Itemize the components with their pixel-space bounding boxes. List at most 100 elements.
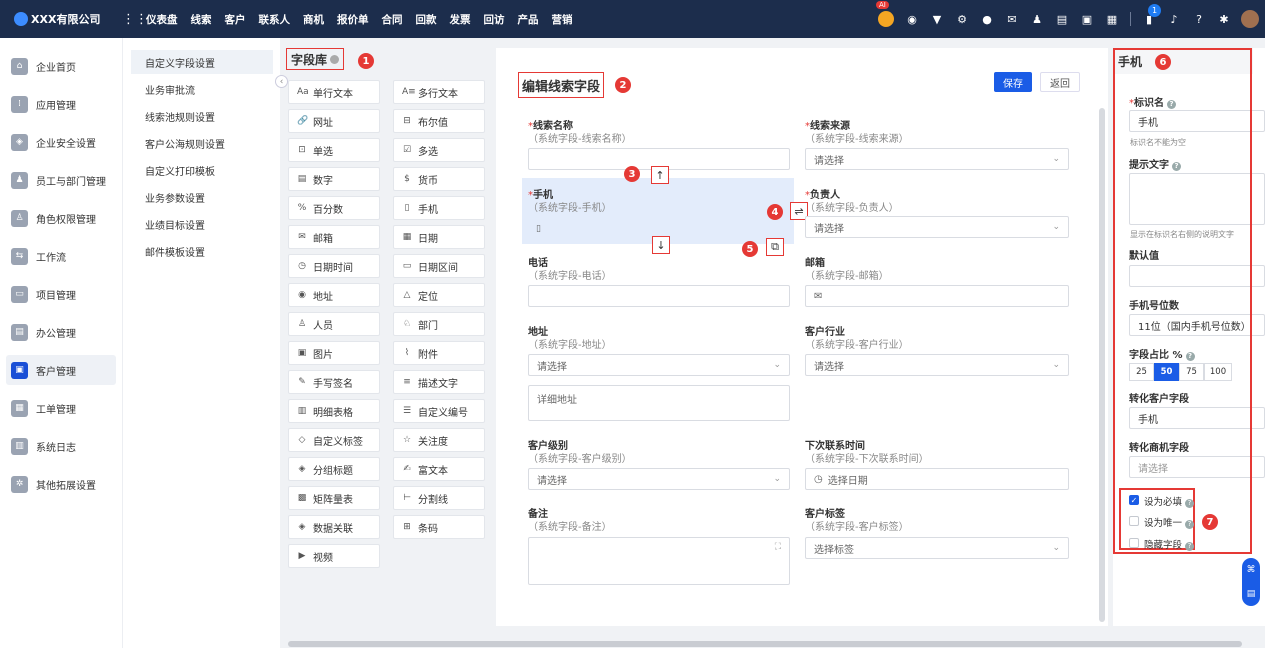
field-type-item[interactable]: ▣ 图片 (288, 341, 380, 365)
save-button[interactable]: 保存 (994, 72, 1032, 92)
hint-text-textarea[interactable] (1129, 173, 1265, 225)
field-type-item[interactable]: ☰ 自定义编号 (393, 399, 485, 423)
copy-field-button[interactable]: ⧉ (766, 238, 784, 256)
field-type-item[interactable]: ▯ 手机 (393, 196, 485, 220)
editor-scrollbar[interactable] (1099, 108, 1105, 622)
field-type-item[interactable]: $ 货币 (393, 167, 485, 191)
nav-opportunities[interactable]: 商机 (303, 12, 324, 27)
hidden-checkbox[interactable] (1129, 538, 1139, 548)
sidebar-item-staff[interactable]: ♟ 员工与部门管理 (6, 165, 116, 195)
next-contact-date-picker[interactable]: ◷ 选择日期 (805, 468, 1069, 490)
required-checkbox[interactable]: ✓ (1129, 495, 1139, 505)
field-type-item[interactable]: ☑ 多选 (393, 138, 485, 162)
owner-select[interactable]: 请选择 ⌄ (805, 216, 1069, 238)
address-select[interactable]: 请选择 ⌄ (528, 354, 790, 376)
field-type-item[interactable]: ◉ 地址 (288, 283, 380, 307)
address-detail-textarea[interactable]: 详细地址 (528, 385, 790, 421)
ai-robot-icon[interactable]: AI (876, 1, 894, 27)
submenu-customer-pool-rules[interactable]: 客户公海规则设置 (131, 131, 273, 155)
help-icon[interactable]: ? (1185, 520, 1195, 529)
submenu-custom-fields[interactable]: 自定义字段设置 (131, 50, 273, 74)
submenu-business-params[interactable]: 业务参数设置 (131, 185, 273, 209)
field-type-item[interactable]: ▦ 日期 (393, 225, 485, 249)
field-type-item[interactable]: ⌇ 附件 (393, 341, 485, 365)
calendar-icon[interactable]: ▣ (1080, 12, 1094, 26)
nav-invoices[interactable]: 发票 (450, 12, 471, 27)
field-type-item[interactable]: ▶ 视频 (288, 544, 380, 568)
field-type-item[interactable]: ⊡ 单选 (288, 138, 380, 162)
nav-dashboard[interactable]: 仪表盘 (146, 12, 178, 27)
sidebar-item-projects[interactable]: ▭ 项目管理 (6, 279, 116, 309)
field-type-item[interactable]: ⊢ 分割线 (393, 486, 485, 510)
chat-icon[interactable]: ◉ (905, 12, 919, 26)
phone-input[interactable] (528, 285, 790, 307)
globe-icon[interactable]: ● (980, 12, 994, 26)
width-option-100[interactable]: 100 (1204, 363, 1232, 381)
contact-icon[interactable]: ♟ (1030, 12, 1044, 26)
field-type-item[interactable]: ✉ 邮箱 (288, 225, 380, 249)
field-type-item[interactable]: ◈ 分组标题 (288, 457, 380, 481)
submenu-lead-pool-rules[interactable]: 线索池规则设置 (131, 104, 273, 128)
move-up-button[interactable]: ↑ (651, 166, 669, 184)
width-option-50[interactable]: 50 (1154, 363, 1179, 381)
default-value-input[interactable] (1129, 265, 1265, 287)
lead-source-select[interactable]: 请选择 ⌄ (805, 148, 1069, 170)
company-switcher[interactable]: XXX有限公司 (0, 11, 120, 27)
horizontal-scrollbar[interactable] (288, 641, 1242, 647)
sidebar-item-roles[interactable]: ♙ 角色权限管理 (6, 203, 116, 233)
collapse-submenu-icon[interactable]: ‹ (275, 75, 288, 88)
field-type-item[interactable]: % 百分数 (288, 196, 380, 220)
submenu-print-templates[interactable]: 自定义打印模板 (131, 158, 273, 182)
nav-customers[interactable]: 客户 (225, 12, 246, 27)
nav-products[interactable]: 产品 (518, 12, 539, 27)
nav-leads[interactable]: 线索 (191, 12, 212, 27)
help-icon[interactable]: ? (1192, 12, 1206, 26)
field-type-item[interactable]: ⊞ 条码 (393, 515, 485, 539)
help-icon[interactable] (330, 54, 340, 64)
sidebar-item-home[interactable]: ⌂ 企业首页 (6, 51, 116, 81)
field-type-item[interactable]: 🔗 网址 (288, 109, 380, 133)
sidebar-item-tickets[interactable]: ▦ 工单管理 (6, 393, 116, 423)
sidebar-item-workflow[interactable]: ⇆ 工作流 (6, 241, 116, 271)
field-type-item[interactable]: ≡ 描述文字 (393, 370, 485, 394)
convert-opportunity-select[interactable]: 请选择 (1129, 456, 1265, 478)
doc-icon[interactable]: ▤ (1055, 12, 1069, 26)
help-icon[interactable]: ? (1185, 542, 1195, 551)
field-type-item[interactable]: ▥ 明细表格 (288, 399, 380, 423)
bell-icon[interactable]: ♪ (1167, 12, 1181, 26)
help-icon[interactable]: ? (1185, 499, 1195, 508)
nav-quotes[interactable]: 报价单 (337, 12, 369, 27)
doc-icon[interactable]: ▤ (1247, 589, 1256, 599)
app-grid-icon[interactable]: ⋮⋮ (122, 12, 148, 27)
nav-payments[interactable]: 回款 (416, 12, 437, 27)
field-type-item[interactable]: A≡ 多行文本 (393, 80, 485, 104)
avatar[interactable] (1241, 10, 1259, 28)
width-option-25[interactable]: 25 (1129, 363, 1154, 381)
field-type-item[interactable]: ◇ 自定义标签 (288, 428, 380, 452)
tags-select[interactable]: 选择标签 ⌄ (805, 537, 1069, 559)
width-option-75[interactable]: 75 (1179, 363, 1204, 381)
field-type-item[interactable]: ☆ 关注度 (393, 428, 485, 452)
field-type-item[interactable]: Aa 单行文本 (288, 80, 380, 104)
gear-icon[interactable]: ✱ (1217, 12, 1231, 26)
field-type-item[interactable]: ▤ 数字 (288, 167, 380, 191)
message-icon[interactable]: ▼ (930, 12, 944, 26)
expand-icon[interactable]: ⛶ (775, 542, 781, 552)
tool-icon[interactable]: ⌘ (1247, 565, 1256, 575)
nav-visits[interactable]: 回访 (484, 12, 505, 27)
table-icon[interactable]: ▦ (1105, 12, 1119, 26)
selected-field-mobile[interactable]: *手机 （系统字段-手机） ▯ (522, 178, 794, 244)
sidebar-item-security[interactable]: ◈ 企业安全设置 (6, 127, 116, 157)
field-type-item[interactable]: ◈ 数据关联 (288, 515, 380, 539)
nav-marketing[interactable]: 营销 (552, 12, 573, 27)
sidebar-item-office[interactable]: ▤ 办公管理 (6, 317, 116, 347)
remark-textarea[interactable]: ⛶ (528, 537, 790, 585)
nav-contacts[interactable]: 联系人 (259, 12, 291, 27)
level-select[interactable]: 请选择 ⌄ (528, 468, 790, 490)
back-button[interactable]: 返回 (1040, 72, 1080, 92)
email-input[interactable]: ✉ (805, 285, 1069, 307)
field-type-item[interactable]: △ 定位 (393, 283, 485, 307)
field-type-item[interactable]: ♙ 人员 (288, 312, 380, 336)
submenu-performance-targets[interactable]: 业绩目标设置 (131, 212, 273, 236)
field-type-item[interactable]: ▭ 日期区间 (393, 254, 485, 278)
